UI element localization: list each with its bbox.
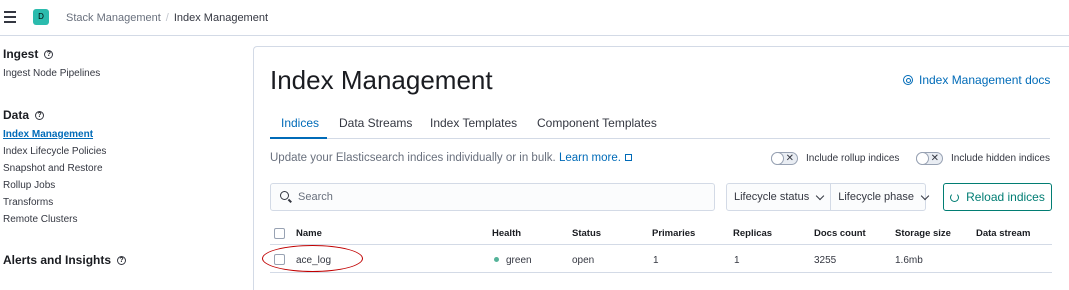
reload-label: Reload indices [966, 190, 1045, 204]
reload-indices-button[interactable]: Reload indices [943, 183, 1052, 211]
column-header-replicas[interactable]: Replicas [733, 228, 772, 239]
breadcrumb-index-management: Index Management [173, 12, 269, 24]
page-description: Update your Elasticsearch indices indivi… [270, 152, 632, 164]
filter-label: Lifecycle status [734, 191, 810, 203]
help-icon[interactable]: ? [35, 110, 45, 120]
chevron-down-icon [815, 191, 825, 200]
external-link-icon [624, 154, 632, 161]
tab-bar: Indices Data Streams Index Templates Com… [270, 110, 1050, 139]
filter-lifecycle-status-button[interactable]: Lifecycle status [727, 184, 830, 210]
column-header-name[interactable]: Name [296, 228, 322, 239]
breadcrumb-separator: / [165, 12, 169, 24]
learn-more-label: Learn more. [558, 152, 621, 164]
description-text: Update your Elasticsearch indices indivi… [270, 152, 556, 164]
primaries-cell: 1 [653, 255, 659, 266]
toggle-switch[interactable]: ✕ [771, 152, 798, 165]
docs-link-label: Index Management docs [919, 73, 1051, 87]
sidebar-item-ingest-node-pipelines[interactable]: Ingest Node Pipelines [3, 65, 100, 82]
select-all-checkbox[interactable] [274, 228, 285, 239]
table-row: ace_log green open 1 1 3255 1.6mb [270, 249, 1052, 273]
learn-more-link[interactable]: Learn more. [559, 152, 632, 164]
sidebar-group-title-text: Alerts and Insights [3, 253, 112, 267]
toggle-label: Include hidden indices [951, 153, 1050, 164]
filter-label: Lifecycle phase [838, 191, 915, 203]
sidebar-item-rollup-jobs[interactable]: Rollup Jobs [3, 177, 106, 194]
sidebar-group-data: Data? Index Management Index Lifecycle P… [3, 108, 106, 228]
breadcrumb-stack-management[interactable]: Stack Management [66, 12, 161, 24]
tab-selected-indicator [270, 137, 327, 139]
status-cell: open [572, 255, 595, 266]
row-checkbox[interactable] [274, 254, 285, 265]
sidebar-group-title: Alerts and Insights? [3, 253, 127, 267]
sidebar-item-transforms[interactable]: Transforms [3, 194, 106, 211]
page-title: Index Management [270, 65, 493, 95]
cross-icon: ✕ [930, 153, 939, 164]
filter-group: Lifecycle status Lifecycle phase [726, 183, 930, 211]
health-cell: green [494, 255, 532, 266]
storage-size-cell: 1.6mb [895, 255, 923, 266]
search-placeholder: Search [298, 191, 333, 203]
sidebar-group-title-text: Ingest [3, 47, 39, 61]
sidebar-group-ingest: Ingest? Ingest Node Pipelines [3, 47, 100, 82]
sidebar-group-title-text: Data [3, 108, 30, 122]
toggle-label: Include rollup indices [806, 153, 900, 164]
sidebar: Ingest? Ingest Node Pipelines Data? Inde… [0, 37, 236, 290]
sidebar-item-remote-clusters[interactable]: Remote Clusters [3, 211, 106, 228]
toggle-knob [771, 152, 784, 165]
docs-count-cell: 3255 [814, 255, 837, 266]
tab-index-templates[interactable]: Index Templates [430, 116, 517, 130]
cross-icon: ✕ [785, 153, 794, 164]
search-icon [280, 191, 289, 200]
docs-link[interactable]: Index Management docs [903, 73, 1050, 87]
main-panel: Index Management Index Management docs I… [253, 46, 1069, 290]
menu-icon[interactable] [4, 11, 16, 23]
table-header: Name Health Status Primaries Replicas Do… [270, 223, 1052, 245]
toggle-include-rollup-indices[interactable]: ✕ Include rollup indices [771, 152, 899, 165]
sidebar-item-snapshot-and-restore[interactable]: Snapshot and Restore [3, 160, 106, 177]
filter-lifecycle-phase-button[interactable]: Lifecycle phase [830, 184, 935, 210]
space-avatar[interactable]: D [33, 9, 49, 25]
toggle-include-hidden-indices[interactable]: ✕ Include hidden indices [916, 152, 1050, 165]
column-header-health[interactable]: Health [492, 228, 521, 239]
sidebar-group-title: Data? [3, 108, 106, 122]
column-header-docs-count[interactable]: Docs count [814, 228, 866, 239]
refresh-icon [950, 192, 960, 202]
sidebar-item-index-management[interactable]: Index Management [3, 126, 106, 143]
search-input[interactable]: Search [270, 183, 715, 211]
health-value: green [506, 255, 532, 266]
toggle-knob [916, 152, 929, 165]
sidebar-item-index-lifecycle-policies[interactable]: Index Lifecycle Policies [3, 143, 106, 160]
help-ring-icon [903, 75, 913, 85]
toggle-switch[interactable]: ✕ [916, 152, 943, 165]
tab-data-streams[interactable]: Data Streams [339, 116, 412, 130]
replicas-cell: 1 [734, 255, 740, 266]
column-header-status[interactable]: Status [572, 228, 601, 239]
tab-indices[interactable]: Indices [281, 116, 319, 130]
sidebar-group-title: Ingest? [3, 47, 100, 61]
help-icon[interactable]: ? [117, 255, 127, 265]
breadcrumb: Stack Management / Index Management [66, 12, 268, 25]
index-name-link[interactable]: ace_log [296, 255, 331, 266]
column-header-storage-size[interactable]: Storage size [895, 228, 951, 239]
health-dot-icon [494, 257, 499, 262]
chevron-down-icon [920, 191, 930, 200]
column-header-data-stream[interactable]: Data stream [976, 228, 1030, 239]
sidebar-group-alerts-and-insights: Alerts and Insights? [3, 253, 127, 267]
help-icon[interactable]: ? [44, 49, 54, 59]
top-header: D Stack Management / Index Management [0, 0, 1069, 36]
column-header-primaries[interactable]: Primaries [652, 228, 695, 239]
tab-component-templates[interactable]: Component Templates [537, 116, 657, 130]
